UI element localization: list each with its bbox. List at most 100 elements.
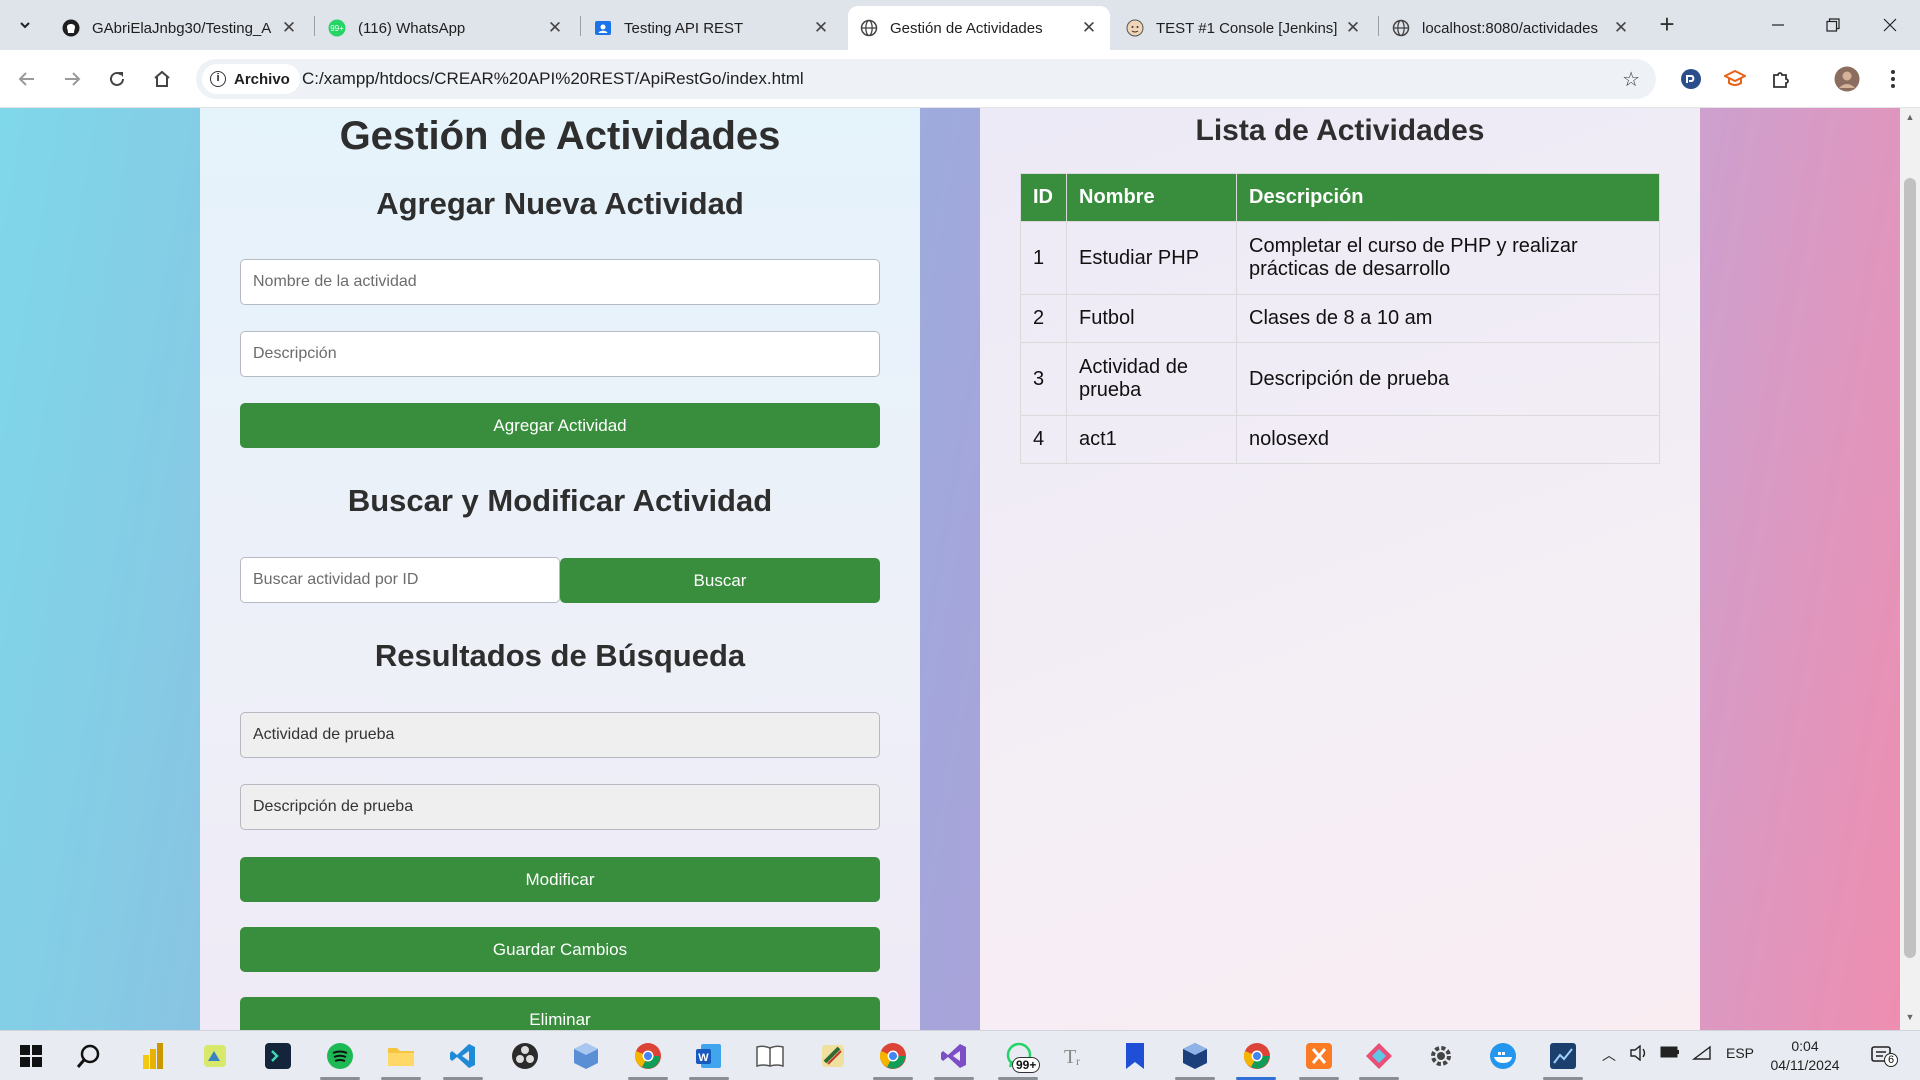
forward-button[interactable] bbox=[55, 62, 89, 96]
delete-button[interactable]: Eliminar bbox=[240, 997, 880, 1030]
taskbar-chrome-2[interactable] bbox=[876, 1039, 910, 1073]
search-id-input[interactable] bbox=[240, 557, 560, 603]
tab-jenkins[interactable]: TEST #1 Console [Jenkins] ✕ bbox=[1114, 6, 1374, 50]
page-scrollbar[interactable]: ▲ ▼ bbox=[1900, 108, 1920, 1030]
restore-button[interactable] bbox=[1813, 8, 1853, 42]
chevron-up-icon[interactable]: ︿ bbox=[1602, 1045, 1616, 1065]
tab-testing-api[interactable]: Testing API REST ✕ bbox=[582, 6, 842, 50]
volume-icon[interactable] bbox=[1630, 1044, 1648, 1064]
chart-app-icon bbox=[1550, 1043, 1576, 1069]
address-bar[interactable]: i Archivo C:/xampp/htdocs/CREAR%20API%20… bbox=[196, 59, 1656, 99]
xampp-icon bbox=[1306, 1043, 1332, 1069]
site-info-chip[interactable]: i Archivo bbox=[202, 64, 300, 94]
chevron-down-icon bbox=[20, 22, 30, 29]
taskbar-xampp[interactable] bbox=[1302, 1039, 1336, 1073]
taskbar-chrome-1[interactable] bbox=[631, 1039, 665, 1073]
chrome-icon bbox=[1243, 1043, 1270, 1069]
scrollbar-thumb[interactable] bbox=[1904, 178, 1916, 958]
activity-list-card: Lista de Actividades ID Nombre Descripci… bbox=[980, 108, 1700, 1030]
scroll-up-arrow-icon[interactable]: ▲ bbox=[1904, 112, 1916, 126]
close-icon[interactable]: ✕ bbox=[1344, 18, 1362, 38]
tab-title: GAbriElaJnbg30/Testing_A bbox=[92, 19, 272, 37]
column-header-name: Nombre bbox=[1066, 173, 1237, 222]
taskbar-visual-studio[interactable] bbox=[937, 1039, 971, 1073]
language-indicator[interactable]: ESP bbox=[1726, 1045, 1754, 1061]
extension-1-button[interactable] bbox=[1676, 64, 1706, 94]
close-icon[interactable]: ✕ bbox=[1080, 18, 1098, 38]
globe-icon bbox=[1392, 19, 1410, 37]
minimize-button[interactable] bbox=[1758, 8, 1798, 42]
taskbar-vscode[interactable] bbox=[446, 1039, 480, 1073]
result-description-field[interactable] bbox=[240, 784, 880, 830]
activity-description-input[interactable] bbox=[240, 331, 880, 377]
taskbar-obs[interactable] bbox=[508, 1039, 542, 1073]
taskbar-powerbi[interactable] bbox=[136, 1039, 170, 1073]
taskbar-docker[interactable] bbox=[1486, 1039, 1520, 1073]
column-header-description: Descripción bbox=[1236, 173, 1660, 222]
reload-button[interactable] bbox=[100, 62, 134, 96]
search-button[interactable] bbox=[72, 1039, 106, 1073]
clock-time: 0:04 bbox=[1791, 1038, 1819, 1054]
taskbar-spotify[interactable] bbox=[323, 1039, 357, 1073]
taskbar-app-cube[interactable] bbox=[569, 1039, 603, 1073]
taskbar-git-app[interactable] bbox=[1362, 1039, 1396, 1073]
extensions-button[interactable] bbox=[1766, 64, 1796, 94]
close-icon[interactable]: ✕ bbox=[1612, 18, 1630, 38]
taskbar-reader[interactable] bbox=[753, 1039, 787, 1073]
tab-title: (116) WhatsApp bbox=[358, 19, 466, 37]
taskbar-virtualbox[interactable] bbox=[1178, 1039, 1212, 1073]
tab-title: Gestión de Actividades bbox=[890, 19, 1043, 37]
taskbar-typora[interactable]: Tr bbox=[1058, 1039, 1092, 1073]
search-button[interactable]: Buscar bbox=[560, 558, 880, 603]
add-activity-button[interactable]: Agregar Actividad bbox=[240, 403, 880, 448]
taskbar-settings[interactable] bbox=[1424, 1039, 1458, 1073]
extension-2-button[interactable] bbox=[1720, 64, 1750, 94]
bookmark-star-icon[interactable]: ☆ bbox=[1622, 67, 1640, 92]
taskbar-app-chart[interactable] bbox=[1546, 1039, 1580, 1073]
activity-form-card: Gestión de Actividades Agregar Nueva Act… bbox=[200, 108, 920, 1030]
minimize-icon bbox=[1772, 24, 1784, 26]
battery-icon[interactable] bbox=[1660, 1045, 1680, 1061]
close-icon[interactable]: ✕ bbox=[280, 18, 298, 38]
tab-separator bbox=[1378, 16, 1379, 36]
save-changes-button[interactable]: Guardar Cambios bbox=[240, 927, 880, 972]
book-icon bbox=[756, 1045, 784, 1068]
wifi-icon[interactable] bbox=[1691, 1045, 1712, 1064]
url-text[interactable]: C:/xampp/htdocs/CREAR%20API%20REST/ApiRe… bbox=[302, 69, 804, 89]
tab-localhost[interactable]: localhost:8080/actividades ✕ bbox=[1380, 6, 1642, 50]
close-icon[interactable]: ✕ bbox=[812, 18, 830, 38]
tab-gestion-actividades[interactable]: Gestión de Actividades ✕ bbox=[848, 6, 1110, 50]
tab-whatsapp[interactable]: 99+ (116) WhatsApp ✕ bbox=[316, 6, 576, 50]
back-button[interactable] bbox=[10, 62, 44, 96]
result-name-field[interactable] bbox=[240, 712, 880, 758]
cell-description: Clases de 8 a 10 am bbox=[1236, 294, 1660, 343]
taskbar-word[interactable]: W bbox=[692, 1039, 726, 1073]
activity-name-input[interactable] bbox=[240, 259, 880, 305]
svg-text:99+: 99+ bbox=[330, 24, 344, 33]
modify-button[interactable]: Modificar bbox=[240, 857, 880, 902]
taskbar-app-tool[interactable] bbox=[816, 1039, 850, 1073]
table-row: 3 Actividad de prueba Descripción de pru… bbox=[1020, 342, 1660, 416]
scroll-down-arrow-icon[interactable]: ▼ bbox=[1904, 1012, 1916, 1026]
profile-avatar[interactable] bbox=[1832, 64, 1862, 94]
taskbar-app-ide[interactable] bbox=[261, 1039, 295, 1073]
taskbar-file-explorer[interactable] bbox=[384, 1039, 418, 1073]
notification-center-button[interactable]: 6 bbox=[1866, 1039, 1900, 1073]
cell-id: 1 bbox=[1020, 221, 1067, 295]
start-button[interactable] bbox=[14, 1039, 48, 1073]
taskbar-chrome-3[interactable] bbox=[1240, 1039, 1274, 1073]
home-button[interactable] bbox=[145, 62, 179, 96]
browser-menu-button[interactable] bbox=[1878, 64, 1908, 94]
globe-icon bbox=[860, 19, 878, 37]
close-icon[interactable]: ✕ bbox=[546, 18, 564, 38]
new-tab-button[interactable]: + bbox=[1652, 10, 1682, 40]
tab-search-button[interactable] bbox=[10, 10, 40, 40]
tab-github[interactable]: GAbriElaJnbg30/Testing_A ✕ bbox=[50, 6, 310, 50]
cell-name: Estudiar PHP bbox=[1066, 221, 1237, 295]
taskbar-bookmark-app[interactable] bbox=[1118, 1039, 1152, 1073]
system-clock[interactable]: 0:04 04/11/2024 bbox=[1760, 1037, 1850, 1075]
close-window-button[interactable] bbox=[1870, 8, 1910, 42]
taskbar-whatsapp[interactable]: 99+ bbox=[998, 1039, 1042, 1073]
taskbar-app-puzzle[interactable] bbox=[198, 1039, 232, 1073]
cell-name: act1 bbox=[1066, 415, 1237, 464]
